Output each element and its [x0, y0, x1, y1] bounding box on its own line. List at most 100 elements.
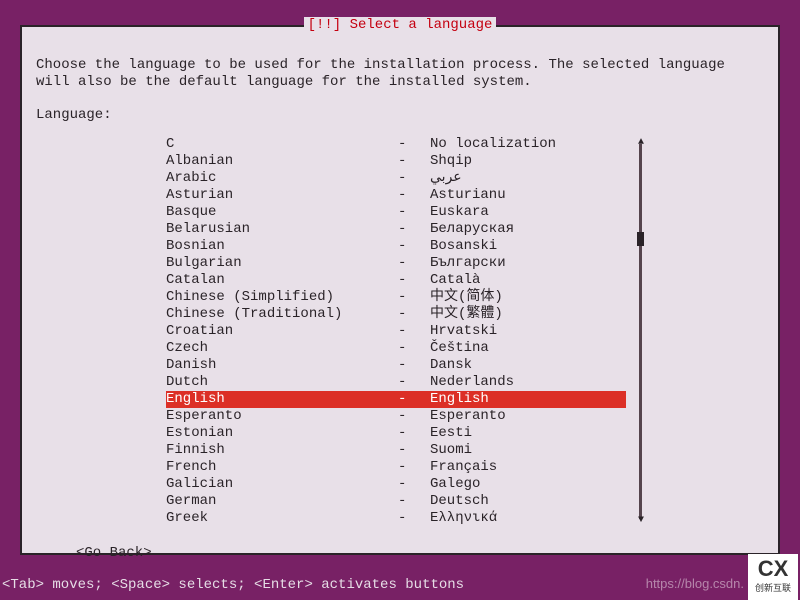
language-native: عربي — [430, 170, 626, 187]
language-name: German — [166, 493, 398, 510]
language-option[interactable]: Asturian- Asturianu — [166, 187, 626, 204]
separator: - — [398, 306, 430, 323]
language-name: Estonian — [166, 425, 398, 442]
language-name: C — [166, 136, 398, 153]
language-name: Belarusian — [166, 221, 398, 238]
separator: - — [398, 238, 430, 255]
brand-badge: CX 创新互联 — [748, 554, 798, 600]
separator: - — [398, 374, 430, 391]
language-native: Français — [430, 459, 626, 476]
language-option[interactable]: Basque- Euskara — [166, 204, 626, 221]
language-option[interactable]: Bosnian- Bosanski — [166, 238, 626, 255]
installer-dialog: [!!] Select a language Choose the langua… — [20, 25, 780, 555]
language-native: Ελληνικά — [430, 510, 626, 527]
language-name: Catalan — [166, 272, 398, 289]
separator: - — [398, 187, 430, 204]
language-native: Català — [430, 272, 626, 289]
separator: - — [398, 476, 430, 493]
go-back-button[interactable]: <Go Back> — [76, 545, 152, 562]
language-name: Asturian — [166, 187, 398, 204]
language-option[interactable]: Arabic- عربي — [166, 170, 626, 187]
language-native: No localization — [430, 136, 626, 153]
language-name: Basque — [166, 204, 398, 221]
language-name: English — [166, 391, 398, 408]
language-option[interactable]: Esperanto- Esperanto — [166, 408, 626, 425]
language-name: Esperanto — [166, 408, 398, 425]
separator: - — [398, 153, 430, 170]
language-name: Croatian — [166, 323, 398, 340]
language-name: Chinese (Traditional) — [166, 306, 398, 323]
language-native: Deutsch — [430, 493, 626, 510]
language-name: Finnish — [166, 442, 398, 459]
separator: - — [398, 323, 430, 340]
separator: - — [398, 442, 430, 459]
separator: - — [398, 204, 430, 221]
separator: - — [398, 170, 430, 187]
language-option[interactable]: Galician- Galego — [166, 476, 626, 493]
language-option[interactable]: Belarusian- Беларуская — [166, 221, 626, 238]
language-option[interactable]: Greek- Ελληνικά — [166, 510, 626, 527]
separator: - — [398, 391, 430, 408]
language-field-label: Language: — [36, 107, 764, 124]
language-native: Esperanto — [430, 408, 626, 425]
separator: - — [398, 493, 430, 510]
language-option[interactable]: Danish- Dansk — [166, 357, 626, 374]
language-native: Hrvatski — [430, 323, 626, 340]
separator: - — [398, 408, 430, 425]
language-native: Беларуская — [430, 221, 626, 238]
language-name: Dutch — [166, 374, 398, 391]
language-native: Čeština — [430, 340, 626, 357]
language-native: Asturianu — [430, 187, 626, 204]
language-native: Galego — [430, 476, 626, 493]
language-name: Albanian — [166, 153, 398, 170]
language-native: Shqip — [430, 153, 626, 170]
separator: - — [398, 136, 430, 153]
language-option[interactable]: Finnish- Suomi — [166, 442, 626, 459]
separator: - — [398, 221, 430, 238]
language-name: Greek — [166, 510, 398, 527]
watermark-text: https://blog.csdn. — [646, 575, 744, 592]
language-option[interactable]: Chinese (Traditional)- 中文(繁體) — [166, 306, 626, 323]
language-option[interactable]: Albanian- Shqip — [166, 153, 626, 170]
language-name: Bulgarian — [166, 255, 398, 272]
separator: - — [398, 425, 430, 442]
language-native: English — [430, 391, 626, 408]
language-option[interactable]: Chinese (Simplified)- 中文(简体) — [166, 289, 626, 306]
language-list[interactable]: ▲ ▼ C- No localizationAlbanian- ShqipAra… — [166, 136, 626, 527]
language-name: Arabic — [166, 170, 398, 187]
language-option[interactable]: Czech- Čeština — [166, 340, 626, 357]
language-option[interactable]: Croatian- Hrvatski — [166, 323, 626, 340]
language-native: Български — [430, 255, 626, 272]
language-native: Euskara — [430, 204, 626, 221]
language-name: Czech — [166, 340, 398, 357]
brand-text: 创新互联 — [755, 580, 791, 597]
instructions-text: Choose the language to be used for the i… — [36, 57, 764, 91]
language-name: Danish — [166, 357, 398, 374]
scroll-down-icon[interactable]: ▼ — [635, 512, 647, 529]
language-native: Suomi — [430, 442, 626, 459]
language-name: Galician — [166, 476, 398, 493]
scroll-track[interactable] — [639, 144, 642, 519]
dialog-title: [!!] Select a language — [304, 17, 497, 34]
scroll-thumb[interactable] — [637, 232, 644, 246]
language-name: French — [166, 459, 398, 476]
brand-mark-icon: CX — [758, 558, 789, 580]
language-native: Dansk — [430, 357, 626, 374]
separator: - — [398, 272, 430, 289]
separator: - — [398, 459, 430, 476]
language-option[interactable]: German- Deutsch — [166, 493, 626, 510]
language-option[interactable]: French- Français — [166, 459, 626, 476]
separator: - — [398, 255, 430, 272]
language-option[interactable]: C- No localization — [166, 136, 626, 153]
language-option[interactable]: Catalan- Català — [166, 272, 626, 289]
separator: - — [398, 357, 430, 374]
separator: - — [398, 510, 430, 527]
scrollbar[interactable]: ▲ ▼ — [636, 136, 646, 527]
language-option[interactable]: Dutch- Nederlands — [166, 374, 626, 391]
language-option[interactable]: English- English — [166, 391, 626, 408]
language-native: Bosanski — [430, 238, 626, 255]
separator: - — [398, 340, 430, 357]
language-option[interactable]: Bulgarian- Български — [166, 255, 626, 272]
language-option[interactable]: Estonian- Eesti — [166, 425, 626, 442]
dialog-titlebar: [!!] Select a language — [22, 17, 778, 34]
